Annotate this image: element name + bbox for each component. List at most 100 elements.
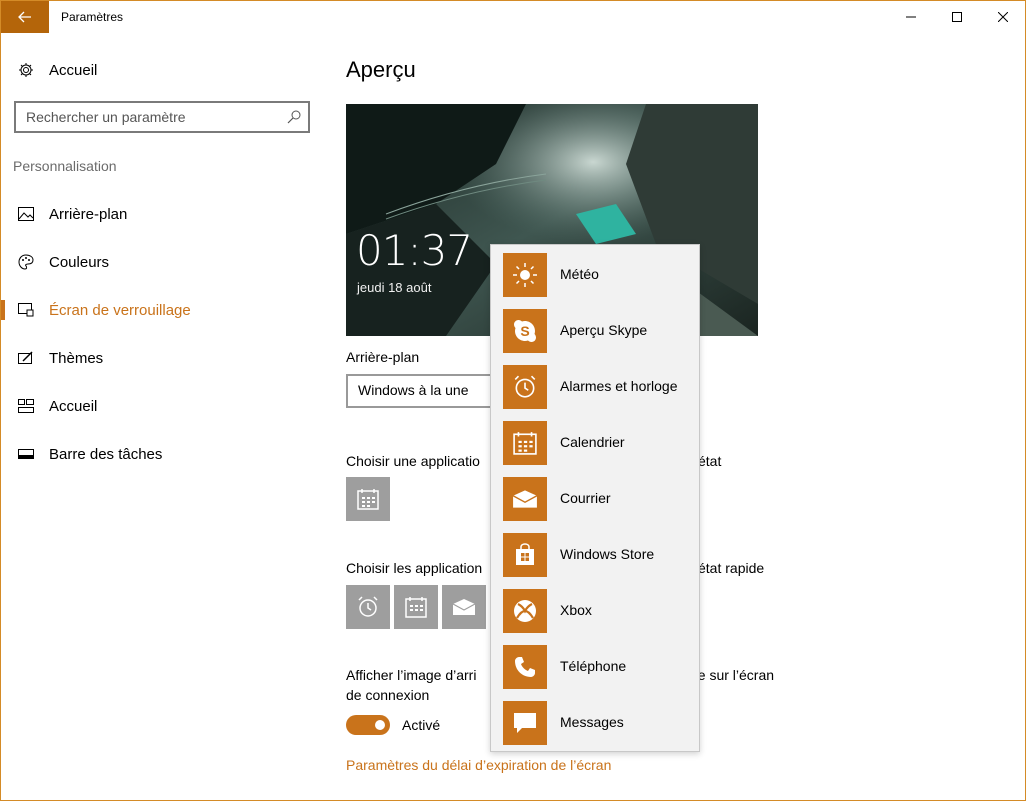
quick-status-label: Choisir les application [346,560,483,576]
gear-icon [17,61,35,79]
sun-icon [513,263,537,287]
flyout-item-label: Alarmes et horloge [560,378,678,394]
signin-toggle-label: Activé [402,717,441,733]
search-input[interactable] [16,103,284,131]
maximize-icon [952,12,962,22]
sidebar-item-label: Accueil [49,397,98,415]
flyout-item-mail[interactable]: Courrier [503,477,699,521]
taskbar-icon [17,445,35,463]
page-title: Aperçu [346,57,416,82]
themes-icon [17,349,35,367]
tile [503,477,547,521]
signin-label-line1: Afficher l’image d’arri [346,667,477,683]
tile [503,645,547,689]
screen-timeout-link[interactable]: Paramètres du délai d’expiration de l’éc… [346,757,611,773]
home-label: Accueil [49,61,98,79]
preview-clock: 01:37 [356,226,473,275]
flyout-item-label: Windows Store [560,546,655,562]
signin-label-line2: de connexion [346,687,430,703]
tile [503,589,547,633]
flyout-item-messages[interactable]: Messages [503,701,699,745]
svg-text:S: S [520,323,529,339]
sidebar-item-colors[interactable]: Couleurs [1,242,321,282]
image-icon [17,205,35,223]
section-label: Personnalisation [13,158,117,174]
start-icon [17,397,35,415]
flyout-item-xbox[interactable]: Xbox [503,589,699,633]
sidebar-item-label: Thèmes [49,349,104,367]
flyout-item-store[interactable]: Windows Store [503,533,699,577]
tile [503,533,547,577]
tile: S [503,309,547,353]
sidebar-item-lock-screen[interactable]: Écran de verrouillage [1,290,321,330]
flyout-item-alarms[interactable]: Alarmes et horloge [503,365,699,409]
minimize-button[interactable] [888,1,934,33]
flyout-item-label: Téléphone [560,658,627,674]
screensaver-link-partial[interactable] [346,795,546,800]
flyout-item-label: Aperçu Skype [560,322,648,338]
sidebar-item-label: Arrière-plan [49,205,128,223]
detailed-status-label-tail: état [698,453,722,469]
quick-status-app-slot-3[interactable] [442,585,486,629]
flyout-item-label: Xbox [560,602,592,618]
search-box[interactable] [14,101,310,133]
sidebar-item-label: Barre des tâches [49,445,163,463]
flyout-item-calendar[interactable]: Calendrier [503,421,699,465]
back-arrow-icon [18,11,31,23]
alarm-clock-icon [514,375,536,398]
app-picker-flyout: Météo S Aperçu Skype Alarmes et horloge … [490,244,700,752]
skype-icon: S [514,320,536,342]
maximize-button[interactable] [934,1,980,33]
mail-icon [512,490,538,508]
close-icon [998,12,1008,22]
window-title: Paramètres [61,10,124,24]
home-nav-item[interactable]: Accueil [1,50,321,90]
settings-window: Paramètres Accueil Personnalisation [0,0,1026,801]
search-icon [287,110,301,124]
sidebar-item-themes[interactable]: Thèmes [1,338,321,378]
quick-status-app-slot-1[interactable] [346,585,390,629]
selection-indicator [1,300,5,320]
background-dropdown-value: Windows à la une [358,382,469,398]
message-icon [514,713,536,733]
calendar-icon [357,489,379,510]
lock-screen-icon [17,301,35,319]
flyout-item-skype[interactable]: S Aperçu Skype [503,309,699,353]
flyout-item-weather[interactable]: Météo [503,253,699,297]
tile [503,253,547,297]
tile [503,701,547,745]
phone-icon [515,657,535,677]
flyout-item-label: Météo [560,266,599,282]
flyout-item-label: Courrier [560,490,611,506]
quick-status-app-slot-2[interactable] [394,585,438,629]
sidebar-item-background[interactable]: Arrière-plan [1,194,321,234]
close-button[interactable] [980,1,1025,33]
sidebar-item-label: Couleurs [49,253,110,271]
tile [503,421,547,465]
sidebar: Accueil Personnalisation Arrière-plan Co… [1,33,321,800]
sidebar-item-start[interactable]: Accueil [1,386,321,426]
calendar-icon [405,597,427,618]
back-button[interactable] [1,1,49,33]
sidebar-item-taskbar[interactable]: Barre des tâches [1,434,321,474]
quick-status-label-tail: état rapide [698,560,765,576]
store-icon [516,543,534,565]
mail-icon [452,599,476,615]
flyout-item-label: Calendrier [560,434,625,450]
alarm-clock-icon [358,596,378,617]
tile [503,365,547,409]
toggle-knob [375,720,385,730]
detailed-status-label: Choisir une applicatio [346,453,480,469]
signin-toggle[interactable] [346,715,390,735]
palette-icon [17,253,35,271]
detailed-status-app-slot[interactable] [346,477,390,521]
background-label: Arrière-plan [346,349,420,365]
xbox-icon [514,600,536,622]
flyout-item-label: Messages [560,714,624,730]
title-bar: Paramètres [1,1,1025,33]
minimize-icon [906,16,916,18]
calendar-icon [513,432,537,455]
sidebar-item-label: Écran de verrouillage [49,301,191,319]
signin-label-line1-tail: ge sur l’écran [690,667,775,683]
flyout-item-phone[interactable]: Téléphone [503,645,699,689]
